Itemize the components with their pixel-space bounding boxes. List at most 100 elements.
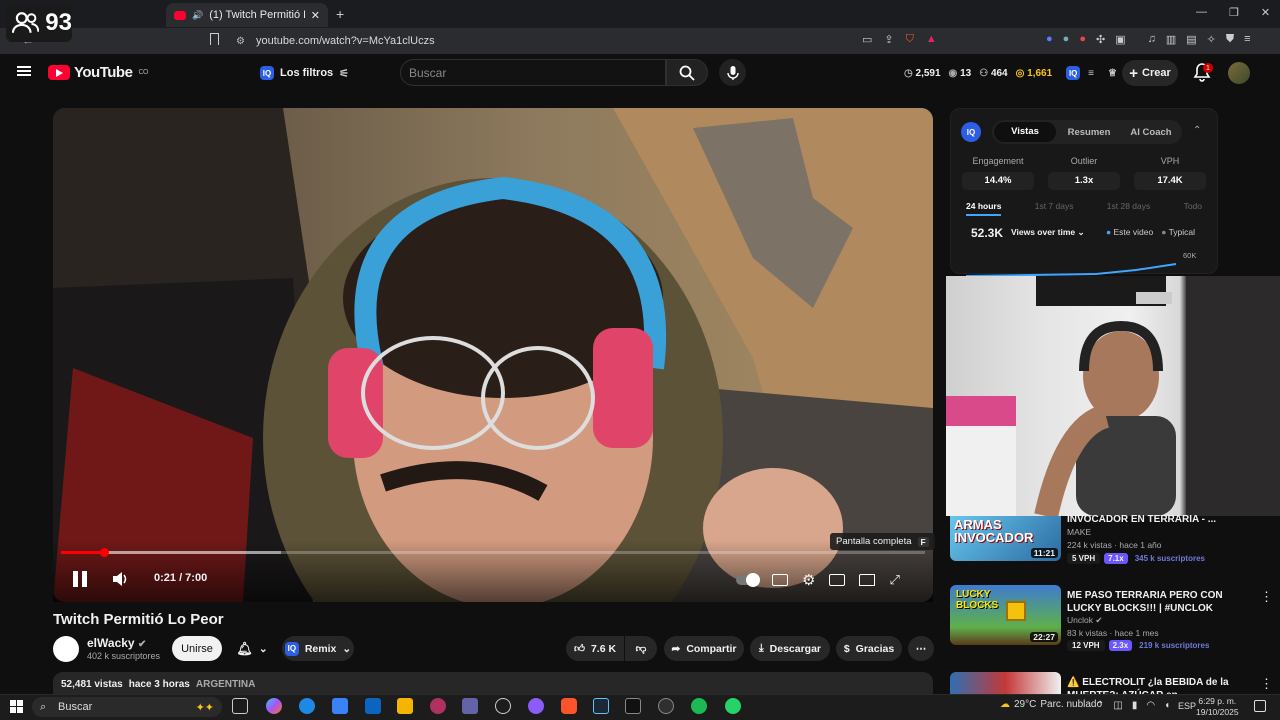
voice-search-button[interactable] [719, 59, 746, 86]
taskbar-clock[interactable]: 6:29 p. m. 19/10/2025 [1196, 696, 1239, 718]
cast-icon[interactable] [859, 574, 876, 586]
restore-icon[interactable]: ❐ [1229, 6, 1239, 19]
notifications-dropdown[interactable]: 🔔︎ ⌄ [228, 636, 276, 661]
spotify-icon[interactable] [691, 698, 707, 714]
pause-button[interactable] [70, 570, 90, 588]
filters-button[interactable]: IQ Los filtros ⚟ [260, 62, 349, 84]
file-explorer-icon[interactable] [397, 698, 413, 714]
obs-icon[interactable] [658, 698, 674, 714]
copilot-icon[interactable] [266, 698, 282, 714]
account-avatar[interactable] [1228, 62, 1250, 84]
fullscreen-icon[interactable]: ⤢ [889, 572, 899, 588]
video-thumbnail[interactable] [950, 672, 1061, 694]
range-all[interactable]: Todo [1184, 201, 1202, 216]
notification-center-icon[interactable] [1254, 700, 1266, 712]
brave-icon[interactable] [561, 698, 577, 714]
channel-avatar[interactable] [53, 636, 79, 662]
tray-app-icon[interactable]: ◫ [1113, 700, 1122, 711]
brave-shield-icon[interactable]: ⛉ [906, 33, 914, 46]
music-icon[interactable]: ♫ [1148, 33, 1156, 46]
cast-page-icon[interactable]: ▭ [862, 33, 872, 46]
edge-icon[interactable] [299, 698, 315, 714]
thanks-button[interactable]: $ Gracias [836, 636, 902, 661]
range-7d[interactable]: 1st 7 days [1035, 201, 1074, 216]
more-vertical-icon[interactable]: ⋮ [1260, 589, 1273, 604]
autoplay-toggle[interactable] [736, 573, 760, 587]
create-button[interactable]: + Crear [1122, 60, 1178, 86]
app-icon-3[interactable] [528, 698, 544, 714]
app-icon-2[interactable] [495, 698, 511, 714]
browser-tab[interactable]: 🔊 (1) Twitch Permitió Lo Peor - Y ✕ [166, 3, 328, 27]
puzzle-icon[interactable]: ✣ [1096, 33, 1105, 46]
wallet-icon[interactable]: ▤ [1186, 33, 1196, 46]
youtube-logo[interactable]: YouTube CO [48, 64, 148, 81]
extension-3-icon[interactable]: ● [1079, 33, 1086, 46]
windows-start-icon[interactable] [10, 700, 23, 713]
weather-widget[interactable]: ☁ 29°C Parc. nublado [1000, 699, 1102, 710]
join-button[interactable]: Unirse [172, 636, 222, 661]
tab-resumen[interactable]: Resumen [1058, 127, 1120, 138]
vpn-icon[interactable]: ⛊ [1226, 33, 1234, 46]
new-tab-button[interactable]: + [336, 6, 344, 22]
vidiq-header-icon[interactable]: IQ [1066, 66, 1081, 80]
download-button[interactable]: ⤓ Descargar [750, 636, 830, 661]
close-window-icon[interactable]: ✕ [1261, 6, 1270, 19]
list-icon[interactable]: ≡ [1088, 68, 1094, 79]
app-icon-1[interactable] [430, 698, 446, 714]
recommendation-item[interactable]: ARMAS INVOCADOR 11:21 INVOCADOR EN TERRA… [950, 514, 1270, 564]
speaker-tray-icon[interactable]: ◖ [1164, 700, 1170, 711]
search-input[interactable]: Buscar [400, 59, 666, 86]
range-28d[interactable]: 1st 28 days [1107, 201, 1150, 216]
more-actions-button[interactable]: ⋯ [908, 636, 934, 661]
site-info-icon[interactable]: ⚙ [236, 36, 245, 47]
subtitles-icon[interactable] [772, 574, 788, 586]
more-vertical-icon[interactable]: ⋮ [1260, 676, 1270, 691]
menu-icon[interactable]: ≡ [1244, 33, 1250, 46]
search-button[interactable] [666, 59, 708, 86]
tab-ai-coach[interactable]: AI Coach [1120, 127, 1182, 138]
channel-name[interactable]: elWacky ✔ [87, 636, 146, 650]
scrubber-handle[interactable] [100, 548, 109, 557]
remix-button[interactable]: IQ Remix ⌄ [282, 636, 354, 661]
video-thumbnail[interactable]: LUCKY BLOCKS 22:27 [950, 585, 1061, 645]
tab-vistas[interactable]: Vistas [994, 122, 1056, 142]
volume-button[interactable] [112, 571, 128, 590]
like-button[interactable]: 👍︎ 7.6 K [566, 636, 624, 661]
task-view-icon[interactable] [232, 698, 248, 714]
bookmark-icon[interactable] [210, 33, 219, 45]
dislike-button[interactable]: 👎︎ [625, 636, 657, 661]
store-icon[interactable] [332, 698, 348, 714]
language-indicator[interactable]: ESP [1178, 701, 1196, 711]
range-24h[interactable]: 24 hours [966, 201, 1002, 216]
recommendation-item[interactable]: ⚠️ ELECTROLIT ¿la BEBIDA de la MUERTE?: … [950, 672, 1270, 694]
url-field[interactable]: ⚙ youtube.com/watch?v=McYa1clUczs [226, 30, 956, 52]
chart-selector-dropdown[interactable]: Views over time ⌄ [1011, 227, 1085, 238]
video-player[interactable] [53, 108, 933, 602]
network-icon[interactable]: ◠ [1146, 700, 1155, 711]
outlook-icon[interactable] [365, 698, 381, 714]
minimize-icon[interactable]: — [1196, 6, 1207, 19]
brave-rewards-icon[interactable]: ▲ [926, 33, 937, 46]
share-icon[interactable]: ⇪ [884, 33, 893, 46]
leo-icon[interactable]: ✧ [1207, 33, 1216, 46]
mic-tray-icon[interactable]: ▮ [1132, 700, 1138, 711]
teams-icon[interactable] [462, 698, 478, 714]
hamburger-menu-icon[interactable] [17, 66, 31, 76]
collapse-panel-icon[interactable]: ⌃ [1193, 125, 1201, 136]
sidebar-icon[interactable]: ▥ [1166, 33, 1176, 46]
terminal-icon[interactable] [625, 698, 641, 714]
extension-2-icon[interactable]: ● [1063, 33, 1070, 46]
whatsapp-icon[interactable] [725, 698, 741, 714]
vidiq-extension-icon[interactable]: ● [1046, 33, 1053, 46]
share-button[interactable]: ➦ Compartir [664, 636, 744, 661]
video-thumbnail[interactable]: ARMAS INVOCADOR 11:21 [950, 516, 1061, 561]
extension-5-icon[interactable]: ▣ [1115, 33, 1125, 46]
taskbar-search[interactable]: ⌕ Buscar ✦✦ [32, 697, 222, 717]
recommendation-item[interactable]: LUCKY BLOCKS 22:27 ME PASO TERRARIA PERO… [950, 585, 1273, 651]
settings-icon[interactable]: ⚙ [802, 571, 815, 589]
steam-icon[interactable] [593, 698, 609, 714]
chevron-up-icon[interactable]: ⌃ [1096, 700, 1104, 711]
close-tab-icon[interactable]: ✕ [311, 9, 320, 22]
trophy-icon[interactable]: ♕ [1108, 68, 1117, 79]
theater-mode-icon[interactable] [829, 574, 846, 586]
